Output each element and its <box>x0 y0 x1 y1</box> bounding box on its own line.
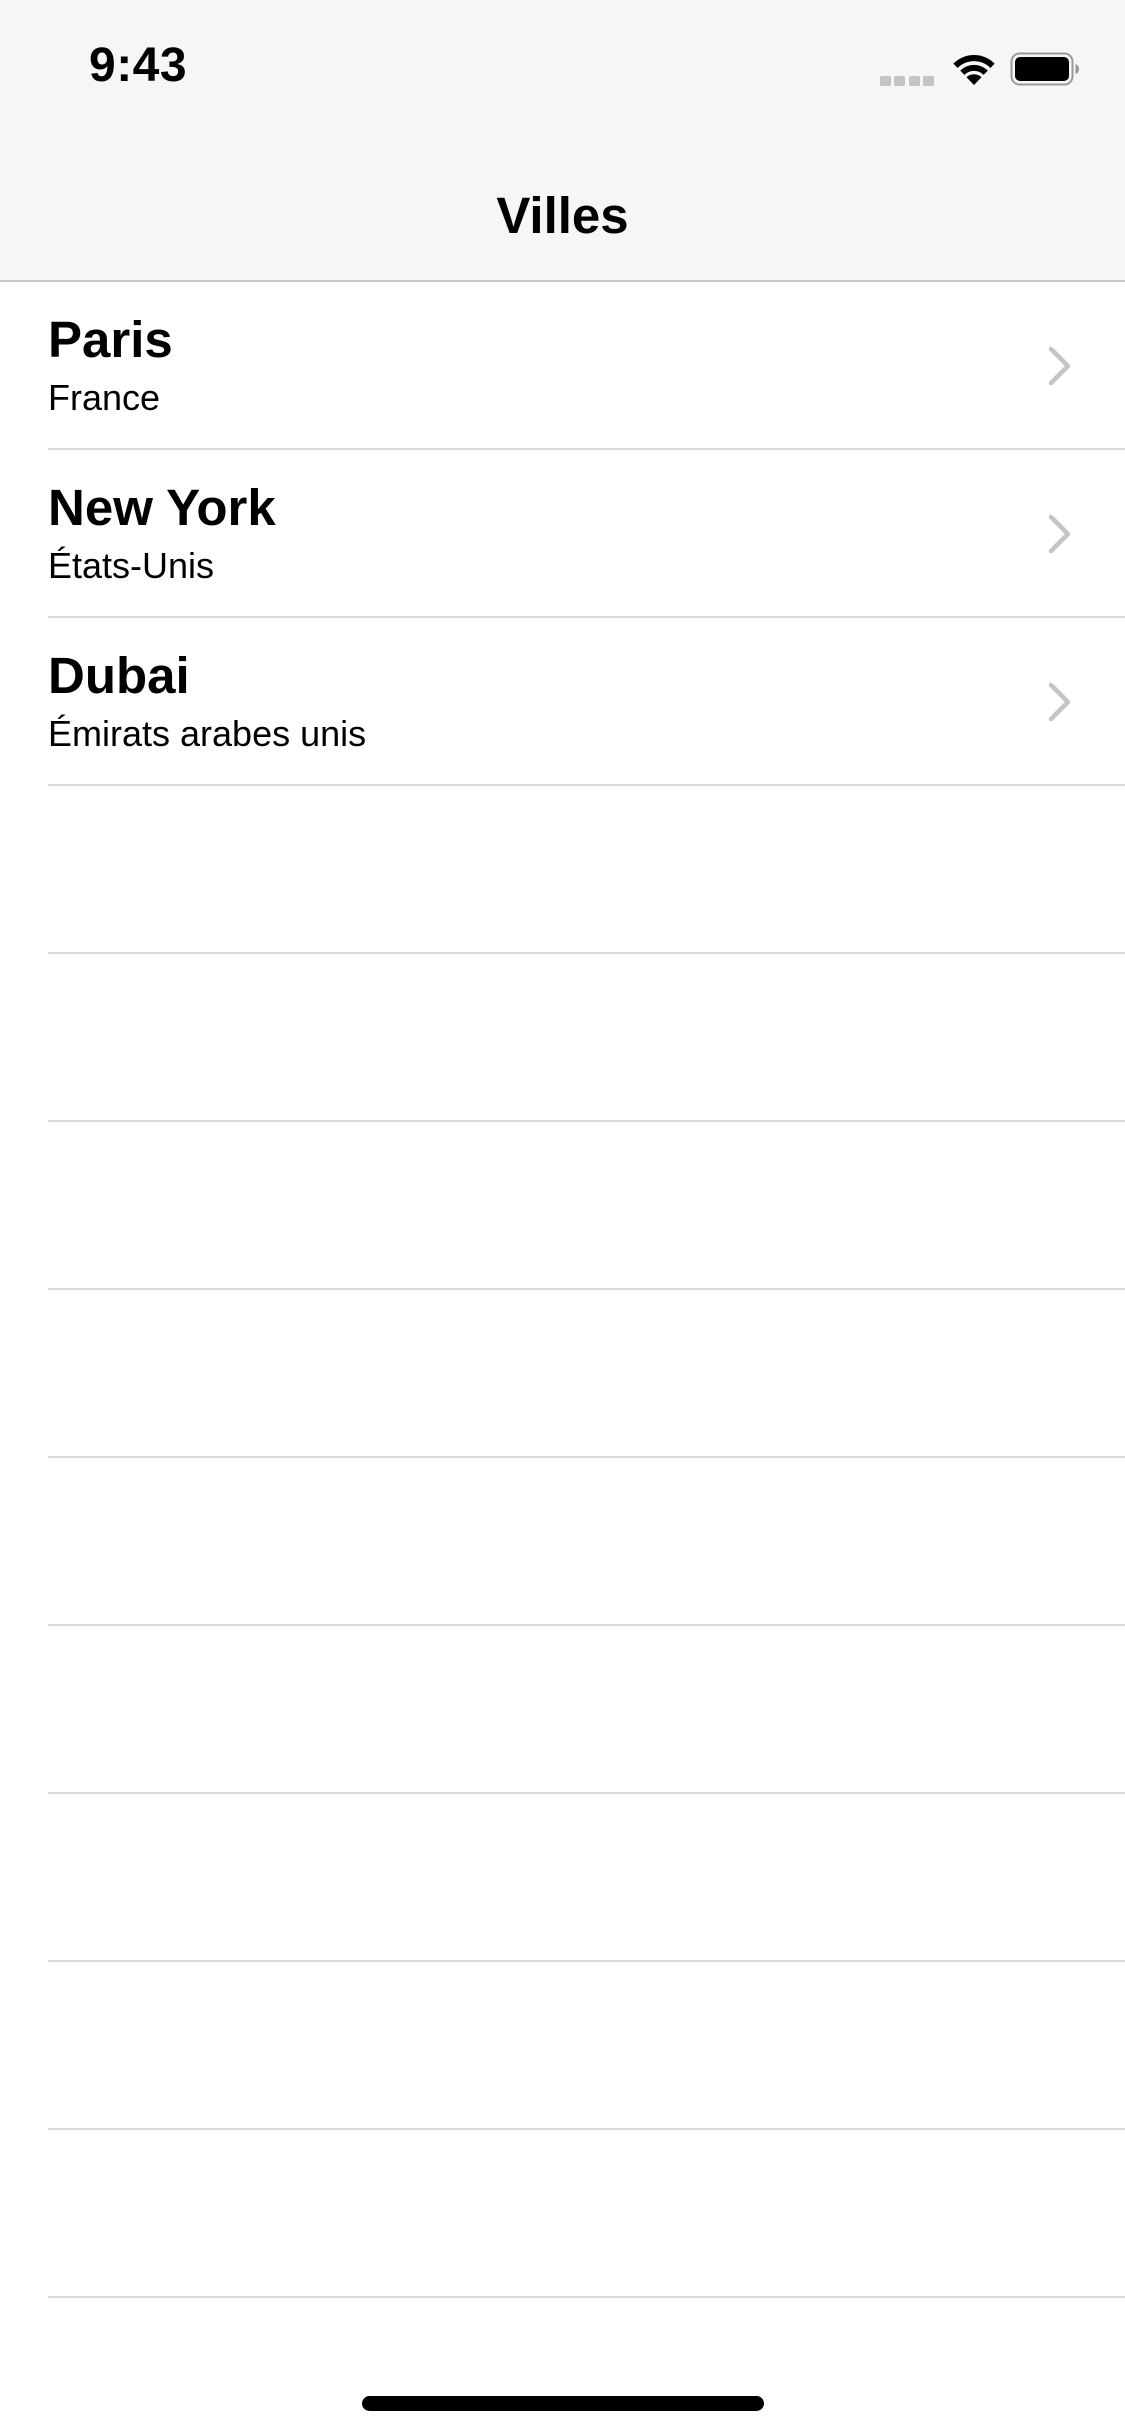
empty-row <box>0 1962 1125 2130</box>
battery-icon <box>1010 52 1079 86</box>
screen: 9:43 Villes Paris France New York États-… <box>0 0 1125 2436</box>
status-time: 9:43 <box>89 39 188 92</box>
empty-row <box>0 1122 1125 1290</box>
city-row-new-york[interactable]: New York États-Unis <box>0 450 1125 618</box>
page-title: Villes <box>496 187 629 244</box>
city-name: Paris <box>48 311 173 368</box>
city-country: France <box>48 377 161 418</box>
empty-row <box>0 2130 1125 2298</box>
empty-row <box>0 954 1125 1122</box>
cellular-signal-icon <box>880 74 934 86</box>
chevron-right-icon <box>1048 682 1071 722</box>
city-table: Paris France New York États-Unis Dubai É… <box>0 282 1125 2298</box>
wifi-icon <box>953 55 995 85</box>
city-country: États-Unis <box>48 545 215 586</box>
empty-row <box>0 1290 1125 1458</box>
chevron-right-icon <box>1048 514 1071 554</box>
city-country: Émirats arabes unis <box>48 713 367 754</box>
empty-row <box>0 1458 1125 1626</box>
empty-row <box>0 1794 1125 1962</box>
empty-row <box>0 1626 1125 1794</box>
city-name: Dubai <box>48 647 190 704</box>
home-indicator[interactable] <box>362 2396 764 2411</box>
empty-row <box>0 786 1125 954</box>
navigation-bar: 9:43 Villes <box>0 0 1125 282</box>
city-name: New York <box>48 479 276 536</box>
city-row-dubai[interactable]: Dubai Émirats arabes unis <box>0 618 1125 786</box>
chevron-right-icon <box>1048 346 1071 386</box>
city-row-paris[interactable]: Paris France <box>0 282 1125 450</box>
